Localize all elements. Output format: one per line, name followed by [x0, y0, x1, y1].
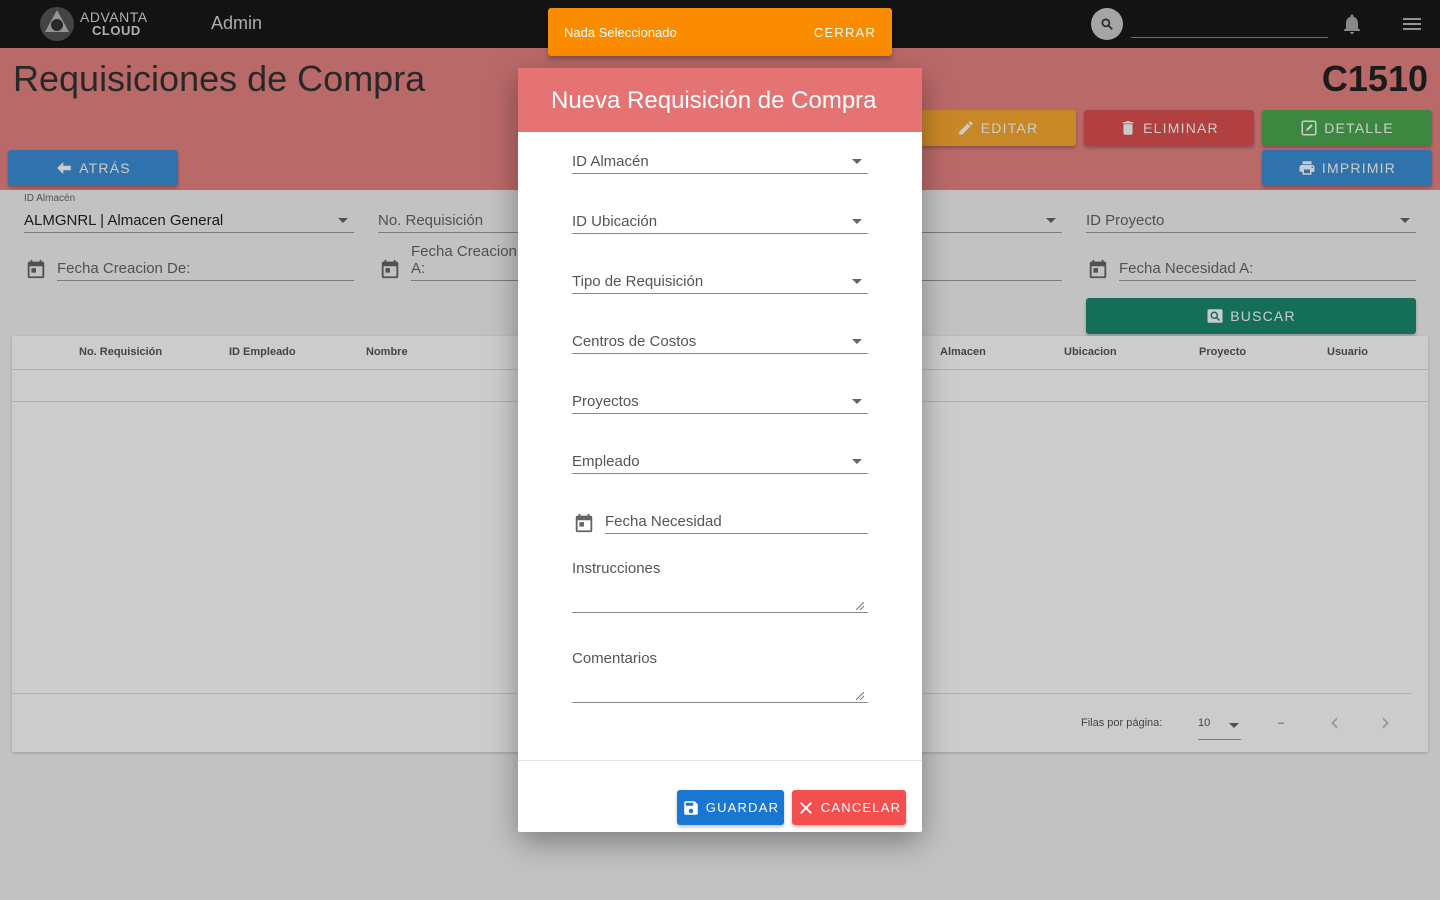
centros-costos-select[interactable]: Centros de Costos — [572, 330, 868, 354]
centros-costos-label: Centros de Costos — [572, 333, 697, 350]
proyectos-select[interactable]: Proyectos — [572, 390, 868, 414]
empleado-select[interactable]: Empleado — [572, 450, 868, 474]
close-icon — [799, 801, 812, 814]
instrucciones-textarea[interactable] — [572, 593, 868, 613]
dialog-title: Nueva Requisición de Compra — [551, 87, 877, 114]
empleado-label: Empleado — [572, 453, 640, 470]
resize-handle-icon[interactable] — [856, 692, 864, 700]
cancel-button[interactable]: Cancelar — [792, 790, 906, 825]
chevron-down-icon — [852, 339, 862, 344]
proyectos-label: Proyectos — [572, 393, 639, 410]
snackbar: Nada Seleccionado Cerrar — [548, 8, 892, 56]
tipo-requisicion-label: Tipo de Requisición — [572, 273, 704, 290]
fecha-necesidad-field[interactable]: Fecha Necesidad — [605, 510, 868, 534]
comentarios-label: Comentarios — [572, 650, 658, 667]
calendar-icon[interactable] — [573, 512, 595, 534]
almacen-select[interactable]: ID Almacén — [572, 150, 868, 174]
dialog-header: Nueva Requisición de Compra — [518, 68, 922, 132]
instrucciones-label: Instrucciones — [572, 560, 661, 577]
ubicacion-select-label: ID Ubicación — [572, 213, 658, 230]
save-button[interactable]: Guardar — [677, 790, 784, 825]
fecha-necesidad-label: Fecha Necesidad — [605, 513, 722, 530]
snackbar-close-button[interactable]: Cerrar — [814, 25, 876, 40]
save-button-label: Guardar — [705, 800, 780, 815]
chevron-down-icon — [852, 159, 862, 164]
floppy-disk-icon — [684, 800, 698, 815]
ubicacion-select[interactable]: ID Ubicación — [572, 210, 868, 234]
resize-handle-icon[interactable] — [856, 602, 864, 610]
new-requisition-dialog: Nueva Requisición de Compra ID Almacén I… — [518, 68, 922, 832]
chevron-down-icon — [852, 459, 862, 464]
cancel-button-label: Cancelar — [820, 800, 902, 815]
comentarios-textarea[interactable] — [572, 683, 868, 703]
snackbar-message: Nada Seleccionado — [564, 25, 677, 40]
almacen-select-label: ID Almacén — [572, 153, 649, 170]
chevron-down-icon — [852, 219, 862, 224]
dialog-actions-divider — [518, 760, 922, 761]
tipo-requisicion-select[interactable]: Tipo de Requisición — [572, 270, 868, 294]
chevron-down-icon — [852, 279, 862, 284]
chevron-down-icon — [852, 399, 862, 404]
